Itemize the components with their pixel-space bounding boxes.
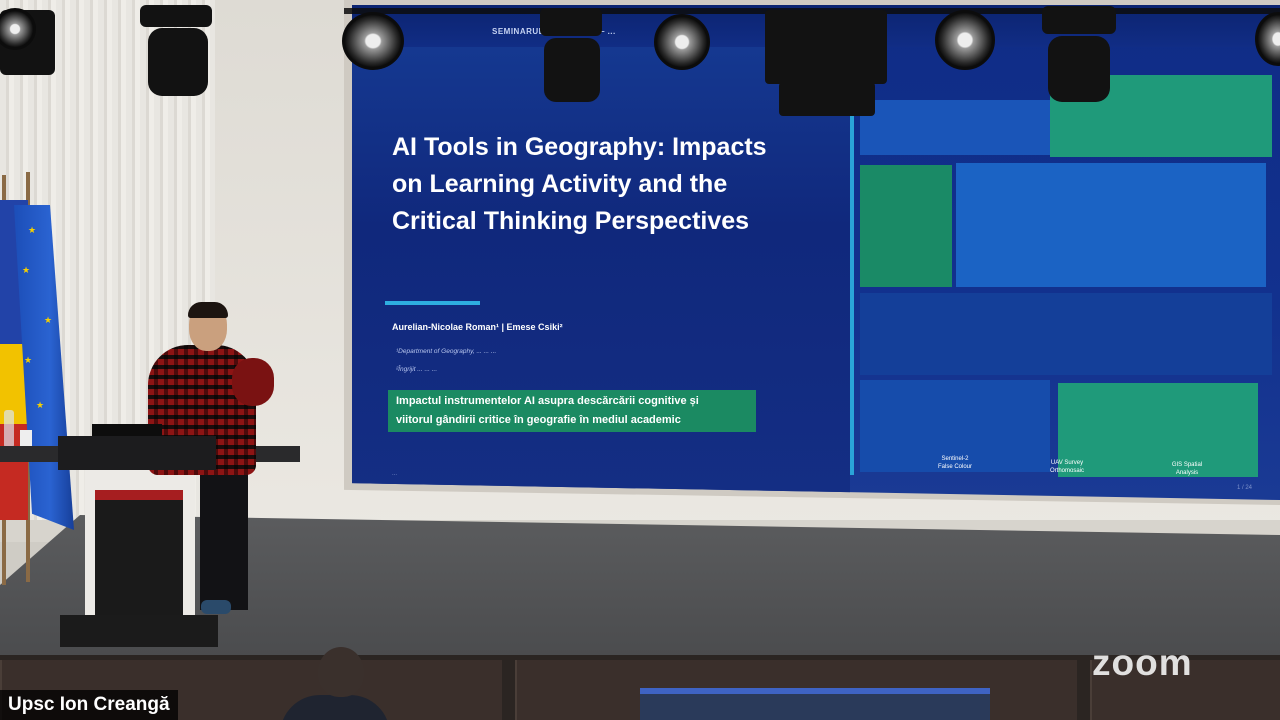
image-tile (860, 165, 952, 287)
audience-member (280, 645, 390, 720)
slide-subtitle-line: Impactul instrumentelor AI asupra descăr… (396, 395, 699, 407)
cup (20, 430, 32, 446)
podium-base (60, 615, 218, 647)
lectern-top (58, 436, 216, 470)
slide-affiliation: ¹Department of Geography, ... ... ... (396, 348, 497, 355)
image-caption: GIS Spatial Analysis (1152, 461, 1222, 477)
image-caption-title: UAV Survey (1050, 460, 1084, 466)
video-frame: SEMINARUL Ș... ...tiința — ... AI Tools … (0, 0, 1280, 720)
image-tile (860, 293, 1272, 375)
zoom-logo: zoom (1092, 642, 1193, 683)
slide-subtitle-box: Impactul instrumentelor AI asupra descăr… (388, 390, 756, 432)
water-bottle (4, 410, 14, 448)
slide-title: AI Tools in Geography: Impacts on Learni… (392, 129, 832, 240)
image-caption-sub: False Colour (937, 464, 972, 470)
image-caption-sub: Analysis (1175, 470, 1199, 476)
image-caption-title: GIS Spatial (1171, 462, 1203, 468)
slide-footer: ... (392, 471, 398, 477)
image-tile (956, 163, 1266, 287)
image-caption: Sentinel-2 False Colour (920, 455, 990, 471)
slide-divider (850, 115, 854, 475)
slide-affiliation: ²Îngrijit ... ... ... (396, 366, 438, 373)
image-caption-sub: Orthomosaic (1049, 468, 1084, 474)
slide-subtitle-line: viitorul gândirii critice în geografie î… (396, 414, 681, 426)
slide-title-line: Critical Thinking Perspectives (392, 207, 750, 235)
image-caption: UAV Survey Orthomosaic (1032, 459, 1102, 475)
image-caption-title: Sentinel-2 (941, 456, 969, 462)
title-accent-line (385, 301, 480, 305)
slide-title-line: on Learning Activity and the (392, 170, 728, 198)
front-table (640, 688, 990, 720)
image-tile (860, 100, 1050, 155)
slide-page-number: 1 / 24 (1236, 485, 1252, 491)
slide-title-line: AI Tools in Geography: Impacts (392, 133, 767, 161)
participant-name-tag: Upsc Ion Creangă (0, 690, 178, 720)
laptop (92, 424, 162, 436)
slide-authors: Aurelian-Nicolae Roman¹ | Emese Csiki² (392, 322, 563, 332)
